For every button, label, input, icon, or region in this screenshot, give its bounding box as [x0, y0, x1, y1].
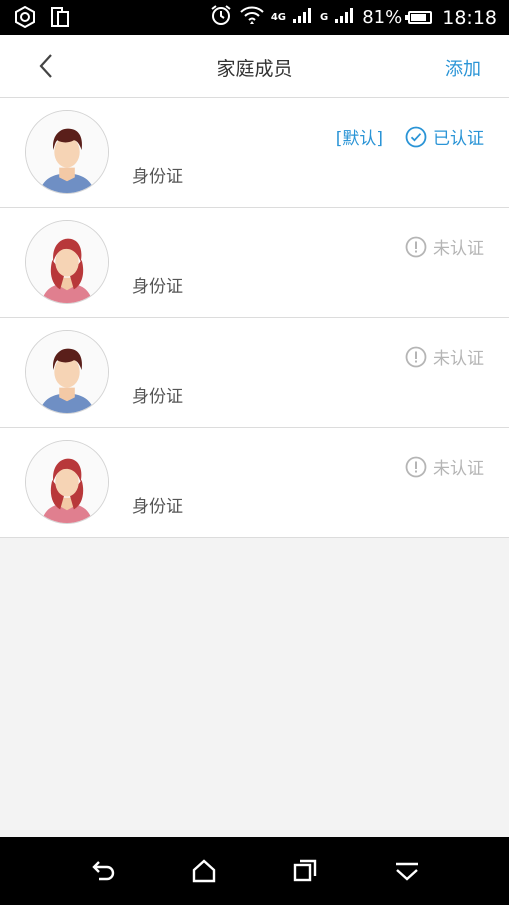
member-row[interactable]: 身份证 未认证 [0, 318, 509, 428]
status-bar: 4G G 81% 18:18 [0, 0, 509, 35]
alert-circle-icon [405, 456, 427, 478]
home-icon[interactable] [190, 857, 218, 885]
status-label: 已认证 [433, 129, 484, 149]
nav-bar: 家庭成员 添加 [0, 35, 509, 98]
member-row[interactable]: 身份证 未认证 [0, 208, 509, 318]
sim-icon [50, 6, 70, 32]
alert-circle-icon [405, 236, 427, 258]
male-avatar [25, 330, 109, 414]
status-label: 未认证 [433, 239, 484, 259]
member-tags: [默认] 已认证 [336, 124, 484, 149]
back-nav-icon[interactable] [89, 857, 117, 885]
check-circle-icon [405, 126, 427, 148]
settings-icon [14, 5, 36, 32]
battery-fill [411, 14, 426, 21]
network-type-label: 4G [270, 12, 286, 23]
collapse-icon[interactable] [393, 857, 421, 885]
id-type-label: 身份证 [132, 167, 183, 187]
member-tags: 未认证 [405, 454, 484, 479]
signal-icon [292, 6, 314, 29]
member-tags: 未认证 [405, 234, 484, 259]
alert-circle-icon [405, 346, 427, 368]
add-member-button[interactable]: 添加 [445, 55, 481, 81]
battery-percent: 81% [362, 7, 403, 28]
default-badge: [默认] [335, 129, 383, 149]
id-type-label: 身份证 [132, 497, 183, 517]
page-title: 家庭成员 [216, 58, 293, 80]
member-row[interactable]: 身份证 [默认] 已认证 [0, 98, 509, 208]
female-avatar [25, 440, 109, 524]
status-label: 未认证 [433, 459, 484, 479]
wifi-icon [239, 3, 265, 32]
status-label: 未认证 [433, 349, 484, 369]
carrier-label: G [320, 12, 329, 23]
signal-icon-2 [334, 6, 356, 29]
id-type-label: 身份证 [132, 277, 183, 297]
female-avatar [25, 220, 109, 304]
battery-icon [405, 11, 433, 24]
male-avatar [25, 110, 109, 194]
recents-icon[interactable] [291, 857, 319, 885]
member-row[interactable]: 身份证 未认证 [0, 428, 509, 538]
member-tags: 未认证 [405, 344, 484, 369]
verification-status[interactable]: 未认证 [405, 234, 484, 259]
member-list: 身份证 [默认] 已认证 身份证 未认证 身份证 未认证 身份证 未认证 [0, 98, 509, 538]
verification-status: 已认证 [405, 124, 484, 149]
verification-status[interactable]: 未认证 [405, 454, 484, 479]
clock: 18:18 [442, 6, 497, 29]
alarm-icon [209, 3, 233, 32]
system-nav-bar [0, 837, 509, 905]
id-type-label: 身份证 [132, 387, 183, 407]
verification-status[interactable]: 未认证 [405, 344, 484, 369]
